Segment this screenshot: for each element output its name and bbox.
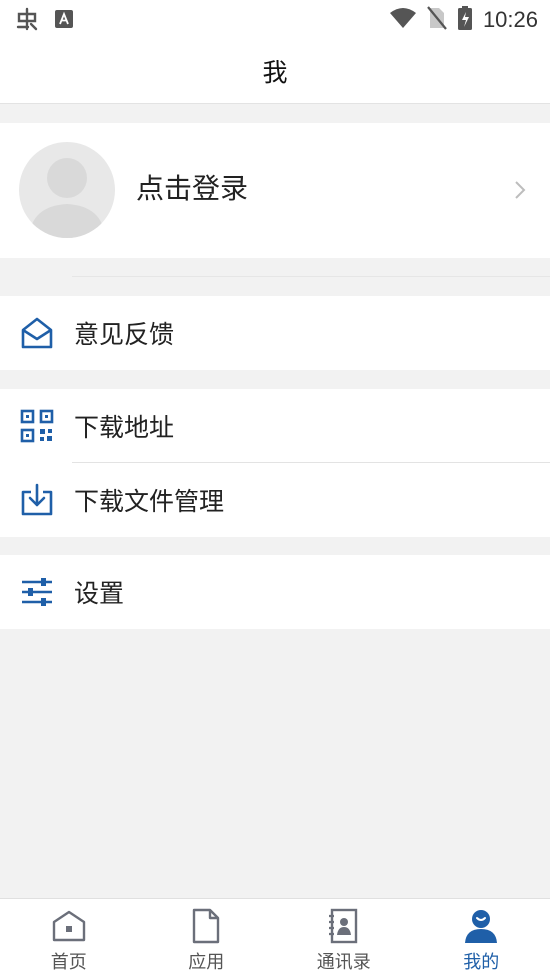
tab-label-home: 首页 (50, 952, 87, 973)
bottom-tab-bar: 首页 应用 通讯录 我的 (0, 898, 550, 979)
profile-icon (463, 908, 499, 944)
title-bar: 我 (0, 38, 550, 104)
status-time: 10:26 (482, 7, 538, 32)
chevron-right-icon (514, 180, 526, 204)
wifi-icon (389, 7, 417, 33)
menu-label-feedback: 意见反馈 (74, 320, 175, 349)
no-sim-icon (427, 6, 447, 34)
login-label: 点击登录 (136, 172, 249, 205)
tab-label-me: 我的 (463, 952, 500, 973)
sliders-icon (20, 575, 54, 609)
home-icon (51, 908, 87, 944)
status-left-icons (14, 6, 74, 36)
avatar[interactable] (19, 142, 115, 238)
tab-contacts[interactable]: 通讯录 (275, 899, 413, 979)
menu-group-settings: 设置 (0, 555, 550, 629)
battery-charging-icon (457, 5, 473, 35)
divider (72, 276, 550, 277)
tab-apps[interactable]: 应用 (138, 899, 276, 979)
status-bar: 10:26 (0, 0, 550, 38)
menu-item-feedback[interactable]: 意见反馈 (0, 296, 550, 370)
contacts-icon (326, 908, 362, 944)
qr-code-icon (20, 409, 54, 443)
download-tray-icon (20, 483, 54, 517)
tab-me[interactable]: 我的 (413, 899, 550, 979)
tab-home[interactable]: 首页 (0, 899, 138, 979)
status-right-icons: 10:26 (389, 5, 538, 35)
menu-group-feedback: 意见反馈 (0, 296, 550, 370)
document-icon (188, 908, 224, 944)
menu-label-download-manager: 下载文件管理 (74, 487, 225, 516)
default-avatar-icon (29, 158, 105, 238)
bug-app-icon (14, 6, 40, 36)
profile-login-card[interactable]: 点击登录 (0, 123, 550, 258)
menu-item-settings[interactable]: 设置 (0, 555, 550, 629)
mail-open-icon (20, 316, 54, 350)
font-app-icon (54, 9, 74, 33)
menu-item-download-manager[interactable]: 下载文件管理 (0, 463, 550, 537)
tab-label-contacts: 通讯录 (316, 952, 371, 973)
menu-item-download-address[interactable]: 下载地址 (0, 389, 550, 463)
menu-group-downloads: 下载地址 下载文件管理 (0, 389, 550, 537)
page-title: 我 (262, 57, 288, 87)
tab-label-apps: 应用 (188, 952, 225, 973)
menu-label-download-address: 下载地址 (74, 413, 175, 442)
menu-label-settings: 设置 (74, 579, 125, 608)
